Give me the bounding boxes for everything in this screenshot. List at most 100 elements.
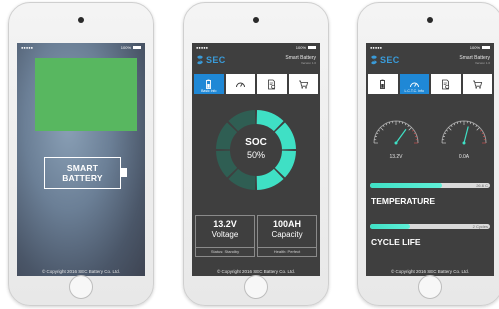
- tab-basic-info-label: Basic Info: [201, 89, 217, 93]
- gauge-hub: [394, 141, 398, 145]
- soc-value: 50%: [246, 150, 265, 160]
- gauge-tick: [472, 123, 475, 126]
- voltage-gauge-reading: 13.2V: [389, 154, 403, 160]
- voltage-label: Voltage: [211, 230, 239, 239]
- soc-title: SOC: [245, 137, 267, 148]
- document-settings-icon: [442, 79, 450, 89]
- gauge-tick: [407, 125, 410, 127]
- gauge-needle: [463, 126, 469, 144]
- home-button[interactable]: [418, 275, 442, 299]
- front-camera: [253, 17, 259, 23]
- tab-lctc-info[interactable]: L.C.T.C. Info: [399, 74, 429, 94]
- battery-terminal-icon: [121, 168, 127, 177]
- splash-image-placeholder: [35, 58, 137, 131]
- tab-shop[interactable]: [462, 74, 492, 94]
- gauge-tick: [408, 127, 412, 131]
- gauge-tick: [481, 132, 484, 135]
- front-camera: [427, 17, 433, 23]
- lctc-info-screen: ●●●●● 100% SEC Smart Battery Version 1.0: [366, 43, 494, 276]
- gauge-tick: [446, 129, 448, 132]
- gauge-tick: [453, 123, 456, 126]
- smart-battery-logo: SMART BATTERY: [44, 157, 121, 189]
- tab-gauges[interactable]: [225, 74, 255, 94]
- battery-percent: 100%: [469, 45, 480, 50]
- health-text: Health: Perfect: [258, 247, 316, 256]
- status-battery-icon: [308, 45, 316, 50]
- cycle-life-value: 2 Cycles: [472, 223, 488, 229]
- gauge-tick: [480, 129, 482, 132]
- home-button[interactable]: [244, 275, 268, 299]
- app-version: Version 1.0: [300, 61, 316, 65]
- battery-percent: 100%: [120, 45, 131, 50]
- battery-percent: 100%: [295, 45, 306, 50]
- gauge-tick: [382, 125, 385, 127]
- shopping-cart-icon: [298, 80, 308, 89]
- voltage-card: 13.2V Voltage Status: Standby: [195, 215, 255, 257]
- phone-frame-lctc-info: ●●●●● 100% SEC Smart Battery Version 1.0: [357, 2, 499, 306]
- tab-documents[interactable]: [431, 74, 461, 94]
- status-battery-icon: [482, 45, 490, 50]
- app-header: SEC Smart Battery Version 1.0: [366, 52, 494, 74]
- speedometer-icon: [235, 82, 245, 87]
- logo-text: SEC: [206, 55, 226, 65]
- gauge-needle: [395, 128, 407, 144]
- speedometer-icon: [409, 82, 419, 87]
- capacity-label: Capacity: [271, 230, 303, 239]
- carrier-signal: ●●●●●: [370, 45, 383, 50]
- home-button[interactable]: [69, 275, 93, 299]
- cycle-life-bar-fill: [370, 224, 410, 229]
- status-bar: ●●●●● 100%: [192, 43, 320, 52]
- basic-info-screen: ●●●●● 100% SEC Smart Battery Version 1.0: [192, 43, 320, 276]
- sec-logo: SEC: [196, 55, 226, 65]
- carrier-signal: ●●●●●: [21, 45, 34, 50]
- carrier-signal: ●●●●●: [196, 45, 209, 50]
- tab-bar: Basic Info: [194, 74, 318, 94]
- tab-basic-info[interactable]: Basic Info: [194, 74, 224, 94]
- gauge-hub: [462, 141, 466, 145]
- copyright-text: © Copyright 2016 SEC Battery Co. Ltd.: [216, 269, 296, 274]
- splash-screen: ●●●●● 100% SMART BATTERY © Copyright 201…: [17, 43, 145, 276]
- gauge-tick: [450, 125, 453, 127]
- voltage-gauge: [373, 120, 419, 145]
- capacity-card: 100AH Capacity Health: Perfect: [257, 215, 317, 257]
- shopping-cart-icon: [472, 80, 482, 89]
- soc-ring: SOC 50%: [215, 109, 297, 191]
- capacity-value: 100AH: [272, 219, 301, 229]
- temperature-bar: 26.6 C: [370, 183, 490, 188]
- gauge-tick: [476, 127, 480, 131]
- phone-frame-splash: ●●●●● 100% SMART BATTERY © Copyright 201…: [8, 2, 154, 306]
- tab-bar: L.C.T.C. Info: [368, 74, 492, 94]
- gauge-tick: [404, 123, 407, 126]
- voltage-value: 13.2V: [213, 219, 237, 229]
- logo-text: SEC: [380, 55, 400, 65]
- status-bar: ●●●●● 100%: [17, 43, 145, 52]
- front-camera: [78, 17, 84, 23]
- gauge-tick: [413, 132, 416, 135]
- copyright-text: © Copyright 2016 SEC Battery Co. Ltd.: [41, 269, 121, 274]
- gauge-tick: [385, 123, 388, 126]
- sec-logo-icon: [371, 55, 377, 65]
- gauge-tick: [376, 132, 379, 135]
- copyright-text: © Copyright 2016 SEC Battery Co. Ltd.: [390, 269, 470, 274]
- brand-line-1: SMART: [66, 163, 99, 173]
- status-battery-icon: [133, 45, 141, 50]
- tab-basic-info[interactable]: [368, 74, 398, 94]
- status-bar: ●●●●● 100%: [366, 43, 494, 52]
- tab-lctc-info-label: L.C.T.C. Info: [404, 89, 424, 93]
- cycle-life-bar: 2 Cycles: [370, 224, 490, 229]
- tab-shop[interactable]: [288, 74, 318, 94]
- gauge-tick: [448, 127, 452, 131]
- tab-documents[interactable]: [257, 74, 287, 94]
- temperature-value: 26.6 C: [476, 182, 488, 188]
- gauge-tick: [444, 132, 447, 135]
- app-version: Version 1.0: [474, 61, 490, 65]
- current-gauge-reading: 0.0A: [458, 154, 470, 160]
- status-text: Status: Standby: [196, 247, 254, 256]
- battery-icon: [380, 79, 386, 89]
- battery-icon: [206, 79, 212, 89]
- cycle-life-title: CYCLE LIFE: [371, 237, 421, 247]
- sec-logo: SEC: [370, 55, 400, 65]
- document-settings-icon: [268, 79, 276, 89]
- gauge-tick: [475, 125, 478, 127]
- gauge-tick: [378, 129, 380, 132]
